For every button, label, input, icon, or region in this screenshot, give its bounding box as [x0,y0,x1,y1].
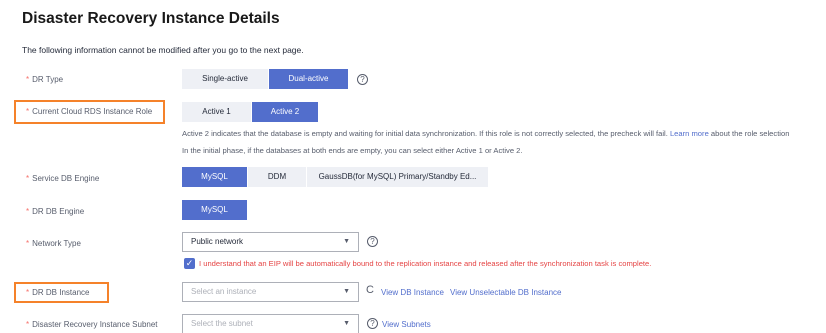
caret-down-icon: ▼ [343,288,350,295]
page-subtitle: The following information cannot be modi… [22,45,304,55]
service-engine-ddm[interactable]: DDM [248,167,307,187]
network-type-select[interactable]: Public network ▼ [182,232,359,252]
caret-down-icon: ▼ [343,320,350,327]
dr-instance-label: * DR DB Instance [26,288,90,297]
view-db-instance-link[interactable]: View DB Instance [381,288,444,297]
view-subnets-link[interactable]: View Subnets [382,320,431,329]
help-icon[interactable]: ? [367,236,378,247]
dr-type-single-active[interactable]: Single-active [182,69,269,89]
rds-role-active-2[interactable]: Active 2 [252,102,319,122]
subnet-select[interactable]: Select the subnet ▼ [182,314,359,333]
rds-role-active-1[interactable]: Active 1 [182,102,252,122]
rds-role-segmented: Active 1 Active 2 [182,102,319,122]
help-icon[interactable]: ? [367,318,378,329]
dr-instance-select[interactable]: Select an instance ▼ [182,282,359,302]
eip-warning-text: I understand that an EIP will be automat… [199,259,652,268]
rds-role-note: Active 2 indicates that the database is … [182,129,790,138]
view-unselectable-link[interactable]: View Unselectable DB Instance [450,288,561,297]
page-title: Disaster Recovery Instance Details [22,10,280,27]
help-icon[interactable]: ? [357,74,368,85]
caret-down-icon: ▼ [343,238,350,245]
refresh-icon[interactable]: C [366,284,374,296]
network-type-label: * Network Type [26,239,81,248]
service-engine-gaussdb[interactable]: GaussDB(for MySQL) Primary/Standby Ed... [307,167,489,187]
dr-engine-mysql[interactable]: MySQL [182,200,248,220]
service-engine-label: * Service DB Engine [26,174,100,183]
service-engine-mysql[interactable]: MySQL [182,167,248,187]
rds-role-note-2: In the initial phase, if the databases a… [182,146,523,155]
rds-role-label: * Current Cloud RDS Instance Role [26,107,153,116]
service-engine-segmented: MySQL DDM GaussDB(for MySQL) Primary/Sta… [182,167,489,187]
dr-type-segmented: Single-active Dual-active [182,69,349,89]
dr-engine-label: * DR DB Engine [26,207,85,216]
subnet-label: * Disaster Recovery Instance Subnet [26,320,158,329]
check-icon[interactable]: ✓ [184,258,195,269]
dr-type-dual-active[interactable]: Dual-active [269,69,349,89]
dr-type-label: * DR Type [26,75,64,84]
learn-more-link[interactable]: Learn more [670,129,709,138]
dr-engine-segmented: MySQL [182,200,248,220]
